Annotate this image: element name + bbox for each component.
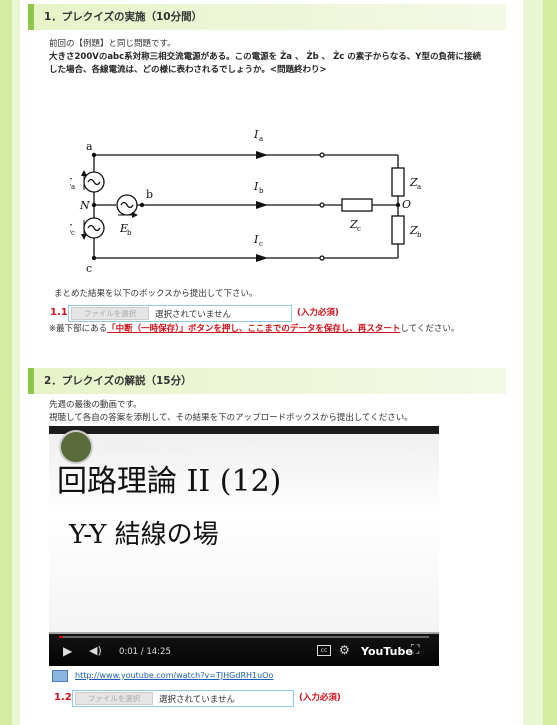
board-line2: Y-Y 結線の場 <box>69 520 219 550</box>
video-time: 0:01 / 14:25 <box>119 647 171 657</box>
source-ea-sub: a <box>71 183 75 191</box>
question-text: 大きさ200Vのabc系対称三相交流電源がある。この電源を Ża 、 Żb 、 … <box>49 52 481 75</box>
settings-icon[interactable]: ⚙ <box>339 643 350 657</box>
save-note-suffix: してください。 <box>400 324 460 334</box>
video-instruction-text: 視聴して各自の答案を添削して、その結果を下のアップロードボックスから提出してくだ… <box>49 413 413 423</box>
submit-instruction: まとめた結果を以下のボックスから提出して下さい。 <box>54 289 258 299</box>
node-b-label: b <box>146 188 153 201</box>
right-margin-bar-light <box>523 0 543 725</box>
more-options-icon[interactable]: ⋮ <box>409 438 421 452</box>
current-ic-sub: c <box>259 240 263 248</box>
upload2-status: 選択されていません <box>159 694 235 705</box>
upload2-number: 1.2 <box>54 692 72 703</box>
upload1-status: 選択されていません <box>155 309 231 320</box>
left-margin-bar-light <box>12 0 20 725</box>
load-zb-sub: b <box>417 231 422 239</box>
video-progress-bar[interactable] <box>59 636 429 638</box>
video-intro-text: 先週の最後の動画です。 <box>49 400 142 410</box>
captions-icon[interactable]: cc <box>317 645 331 656</box>
left-margin-bar <box>0 0 12 725</box>
channel-avatar[interactable] <box>59 430 93 464</box>
node-o-label: O <box>402 198 411 211</box>
save-note-link[interactable]: 「中断（一時保存）」ボタンを押し、ここまでのデータを保存し、再スタート <box>107 324 400 334</box>
video-whiteboard: 回路理論 II (12) Y-Y 結線の場 <box>49 434 439 634</box>
video-url-link[interactable]: http://www.youtube.com/watch?v=TJHGdRH1u… <box>75 671 273 680</box>
source-ec-sub: c <box>71 229 75 237</box>
node-n-label: N <box>79 199 90 212</box>
current-ib-sub: b <box>259 187 264 195</box>
volume-icon[interactable]: ◀) <box>89 644 102 657</box>
play-icon[interactable]: ▶ <box>63 644 72 658</box>
current-ia-sub: a <box>259 135 263 143</box>
video-player[interactable]: 回路理論 II (12) Y-Y 結線の場 回路理論 II 12 3 ⋮ ▶ ◀… <box>49 426 439 666</box>
section1-heading: 1．プレクイズの実施（10分間） <box>28 4 506 30</box>
intro-text: 前回の【例題】と同じ問題です。 <box>49 39 176 49</box>
right-margin-bar <box>543 0 557 725</box>
load-za-sub: a <box>417 183 421 191</box>
upload1-choose-button[interactable]: ファイルを選択 <box>71 307 149 320</box>
section2-heading: 2．プレクイズの解説（15分） <box>28 368 506 394</box>
upload2-file-input[interactable]: ファイルを選択 選択されていません <box>72 690 294 707</box>
fullscreen-icon[interactable]: ⛶ <box>411 642 419 657</box>
node-a-label: a <box>86 140 93 153</box>
upload2-choose-button[interactable]: ファイルを選択 <box>75 692 153 705</box>
circuit-diagram: a b c N O I a I b I c E a E c E b Z a Z … <box>70 128 422 275</box>
node-c-label: c <box>86 262 92 275</box>
video-title[interactable]: 回路理論 II 12 3 <box>101 440 195 456</box>
video-link-icon <box>52 670 68 682</box>
upload2-required: (入力必須) <box>299 693 341 703</box>
save-note-prefix: ※最下部にある <box>49 324 108 334</box>
youtube-logo[interactable]: YouTube <box>361 645 413 658</box>
upload1-required: (入力必須) <box>297 308 339 318</box>
upload1-file-input[interactable]: ファイルを選択 選択されていません <box>68 305 292 322</box>
load-zc-sub: c <box>357 225 361 233</box>
upload1-number: 1.1 <box>50 307 68 318</box>
video-controls: ▶ ◀) 0:01 / 14:25 cc ⚙ YouTube ⛶ <box>49 632 439 666</box>
source-eb-sub: b <box>127 229 132 237</box>
board-line1: 回路理論 II (12) <box>57 464 282 499</box>
save-note: ※最下部にある「中断（一時保存）」ボタンを押し、ここまでのデータを保存し、再スタ… <box>49 323 509 336</box>
